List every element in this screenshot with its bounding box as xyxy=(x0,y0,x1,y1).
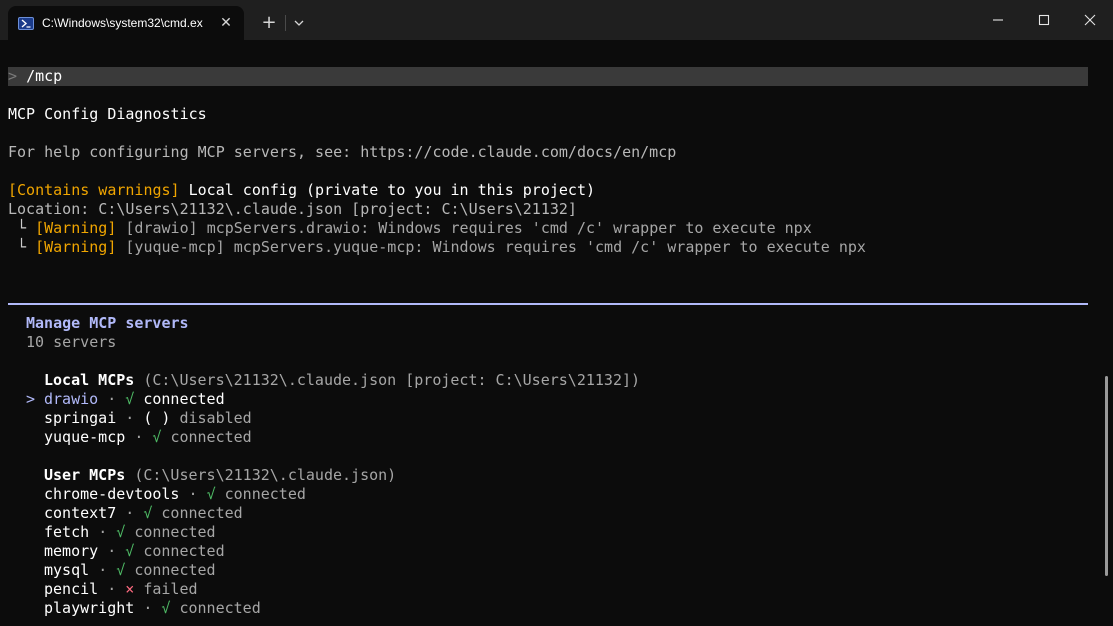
close-window-icon[interactable] xyxy=(1080,10,1100,30)
server-status: disabled xyxy=(179,409,252,427)
help-line: For help configuring MCP servers, see: h… xyxy=(8,143,677,161)
prompt-caret: > xyxy=(8,67,18,85)
server-item-context7[interactable]: context7 · √ connected xyxy=(44,504,243,523)
server-name: drawio xyxy=(44,390,99,408)
separator-dot: · xyxy=(125,504,135,522)
server-name: context7 xyxy=(44,504,117,522)
warning-server: [drawio] xyxy=(125,219,198,237)
separator-dot: · xyxy=(107,580,117,598)
server-status: connected xyxy=(224,485,306,503)
server-item-springai[interactable]: springai · ( ) disabled xyxy=(44,409,252,428)
prompt-line: > /mcp xyxy=(8,67,62,86)
prompt-highlight xyxy=(8,67,1088,86)
check-icon: √ xyxy=(125,390,135,408)
tab-title: C:\Windows\system32\cmd.ex xyxy=(42,16,203,30)
warning-server: [yuque-mcp] xyxy=(125,238,225,256)
separator-dot: · xyxy=(107,390,117,408)
tab-cmd[interactable]: C:\Windows\system32\cmd.ex ✕ xyxy=(8,6,244,40)
warning-line: └ [Warning] [drawio] mcpServers.drawio: … xyxy=(8,219,812,238)
server-name: memory xyxy=(44,542,99,560)
check-icon: √ xyxy=(125,542,135,560)
new-tab-button[interactable]: + xyxy=(258,12,280,34)
user-mcps-group: User MCPs (C:\Users\21132\.claude.json) xyxy=(44,466,396,485)
local-mcps-group: Local MCPs (C:\Users\21132\.claude.json … xyxy=(44,371,640,390)
minimize-icon[interactable] xyxy=(988,10,1008,30)
server-name: pencil xyxy=(44,580,99,598)
separator-dot: · xyxy=(188,485,198,503)
server-item-mysql[interactable]: mysql · √ connected xyxy=(44,561,216,580)
group-path: (C:\Users\21132\.claude.json) xyxy=(134,466,397,484)
server-count: 10 servers xyxy=(26,333,117,351)
check-icon: √ xyxy=(143,504,153,522)
check-icon: √ xyxy=(152,428,162,446)
diagnostics-heading: MCP Config Diagnostics xyxy=(8,105,207,123)
selection-caret: > xyxy=(26,390,36,408)
tree-branch: └ xyxy=(17,238,27,256)
server-status: connected xyxy=(143,542,225,560)
tree-branch: └ xyxy=(17,219,27,237)
server-name: playwright xyxy=(44,599,135,617)
local-config-title: Local config (private to you in this pro… xyxy=(188,181,596,199)
disabled-icon: ( ) xyxy=(143,409,171,427)
server-status: failed xyxy=(143,580,198,598)
server-item-drawio[interactable]: drawio · √ connected xyxy=(44,390,225,409)
server-item-chrome-devtools[interactable]: chrome-devtools · √ connected xyxy=(44,485,306,504)
chevron-down-icon[interactable] xyxy=(290,14,308,32)
maximize-icon[interactable] xyxy=(1034,10,1054,30)
server-item-yuque-mcp[interactable]: yuque-mcp · √ connected xyxy=(44,428,252,447)
warning-tag: [Warning] xyxy=(35,219,117,237)
warnings-tag: [Contains warnings] xyxy=(8,181,180,199)
warning-line: └ [Warning] [yuque-mcp] mcpServers.yuque… xyxy=(8,238,866,257)
terminal-output[interactable]: > /mcp MCP Config Diagnostics For help c… xyxy=(0,40,1113,626)
warning-message: mcpServers.drawio: Windows requires 'cmd… xyxy=(206,219,812,237)
scrollbar-thumb[interactable] xyxy=(1105,376,1108,576)
server-item-fetch[interactable]: fetch · √ connected xyxy=(44,523,216,542)
server-status: connected xyxy=(134,523,216,541)
separator-dot: · xyxy=(98,523,108,541)
powershell-icon xyxy=(18,17,34,30)
warning-message: mcpServers.yuque-mcp: Windows requires '… xyxy=(233,238,866,256)
tab-separator xyxy=(285,15,286,31)
section-divider xyxy=(8,303,1088,305)
server-item-pencil[interactable]: pencil · × failed xyxy=(44,580,198,599)
separator-dot: · xyxy=(107,542,117,560)
server-status: connected xyxy=(161,504,243,522)
separator-dot: · xyxy=(134,428,144,446)
server-status: connected xyxy=(179,599,261,617)
check-icon: √ xyxy=(206,485,216,503)
group-path: (C:\Users\21132\.claude.json [project: C… xyxy=(143,371,641,389)
server-name: springai xyxy=(44,409,117,427)
warning-tag: [Warning] xyxy=(35,238,117,256)
separator-dot: · xyxy=(125,409,135,427)
server-name: chrome-devtools xyxy=(44,485,180,503)
server-status: connected xyxy=(143,390,225,408)
cross-icon: × xyxy=(125,580,135,598)
group-label: User MCPs xyxy=(44,466,126,484)
server-name: fetch xyxy=(44,523,90,541)
server-item-playwright[interactable]: playwright · √ connected xyxy=(44,599,261,618)
server-status: connected xyxy=(170,428,252,446)
prompt-command: /mcp xyxy=(26,67,63,85)
group-label: Local MCPs xyxy=(44,371,135,389)
server-status: connected xyxy=(134,561,216,579)
separator-dot: · xyxy=(143,599,153,617)
check-icon: √ xyxy=(116,561,126,579)
server-item-memory[interactable]: memory · √ connected xyxy=(44,542,225,561)
check-icon: √ xyxy=(161,599,171,617)
server-name: mysql xyxy=(44,561,90,579)
server-name: yuque-mcp xyxy=(44,428,126,446)
local-config-header: [Contains warnings] Local config (privat… xyxy=(8,181,595,200)
config-location: Location: C:\Users\21132\.claude.json [p… xyxy=(8,200,577,218)
separator-dot: · xyxy=(98,561,108,579)
manager-title: Manage MCP servers xyxy=(26,314,189,332)
title-bar: C:\Windows\system32\cmd.ex ✕ + xyxy=(0,0,1113,40)
check-icon: √ xyxy=(116,523,126,541)
close-tab-icon[interactable]: ✕ xyxy=(218,15,234,31)
